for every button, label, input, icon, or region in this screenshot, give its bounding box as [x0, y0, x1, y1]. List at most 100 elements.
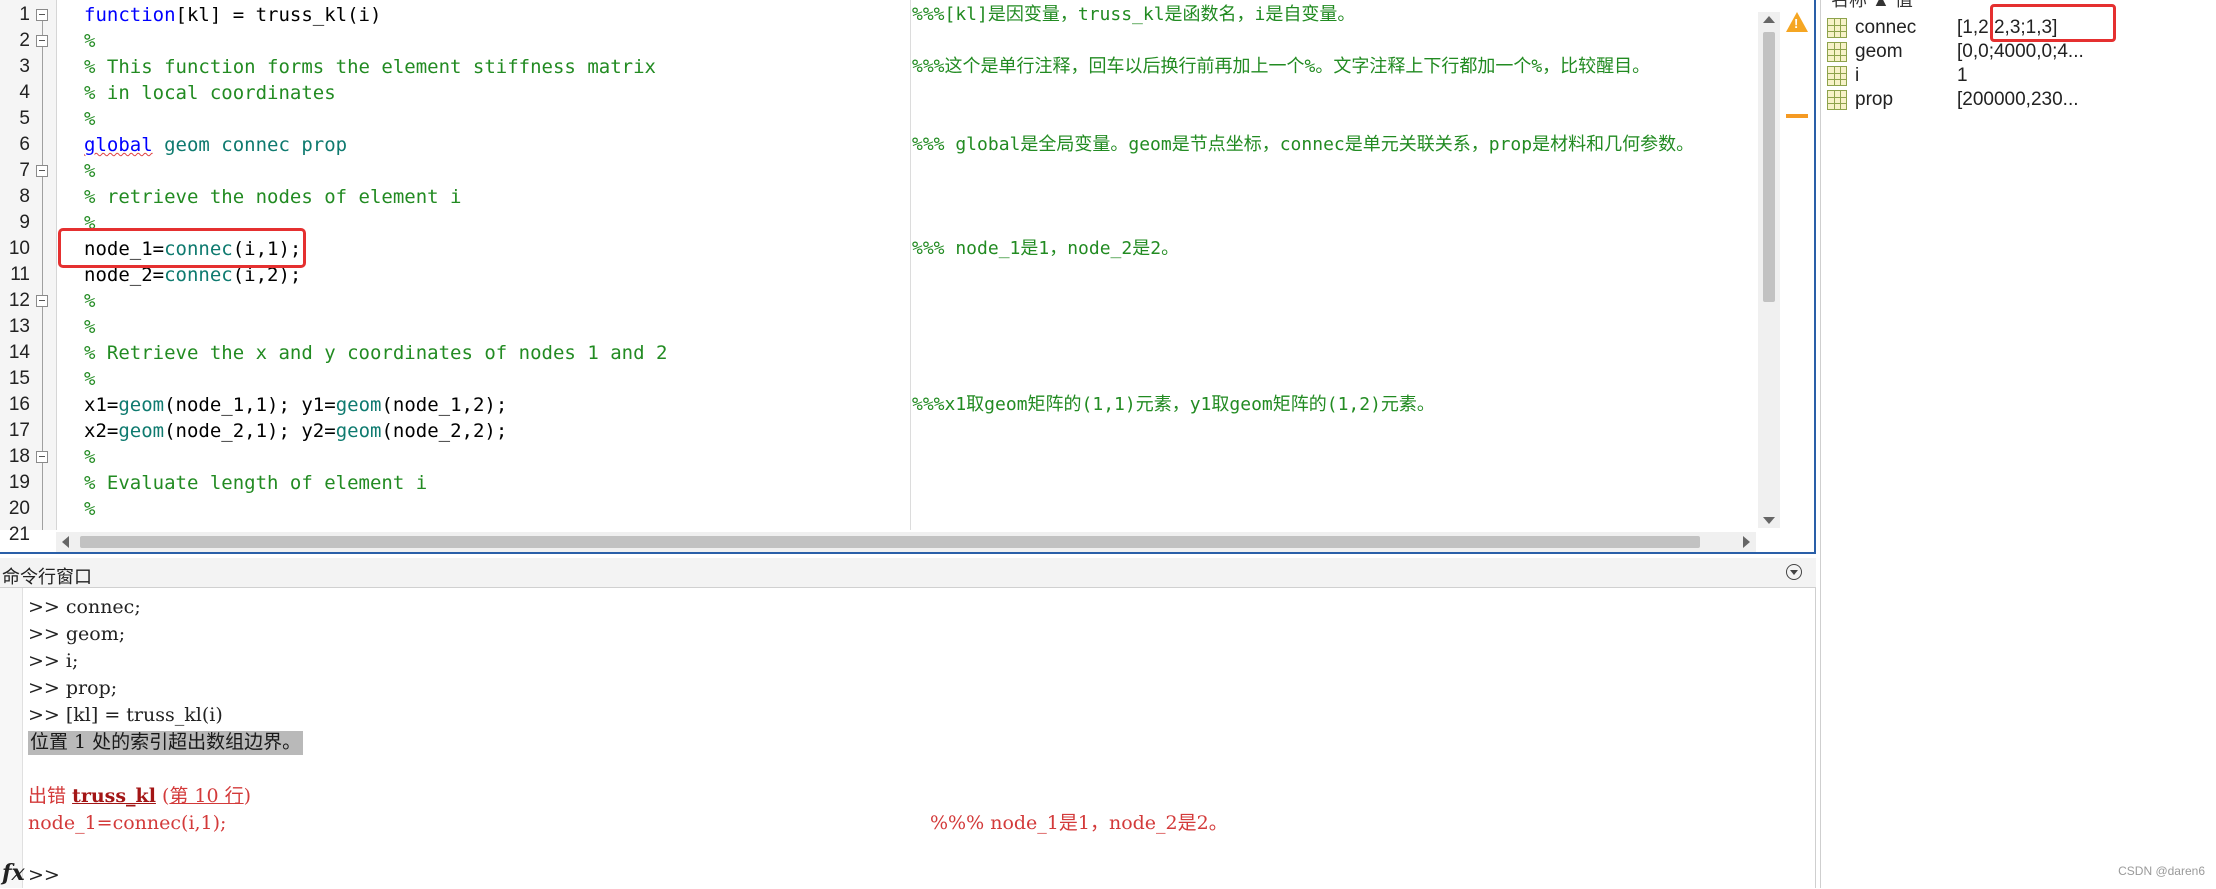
- error-code-note: %%% node_1是1，node_2是2。: [930, 812, 1228, 834]
- scroll-down-arrow-icon[interactable]: [1763, 517, 1775, 524]
- code-global-var: geom: [335, 420, 382, 442]
- code-text: (node_1,2);: [381, 394, 508, 416]
- vertical-scrollbar[interactable]: [1758, 12, 1780, 528]
- code-text: (node_2,2);: [381, 420, 508, 442]
- line-number: 13: [8, 316, 30, 337]
- code-editor[interactable]: 1 2 3 4 5 6 7 8 9 10 11 12 13 14 15 16 1…: [0, 0, 1816, 554]
- workspace-panel: 名称 ▲ 值 connec [1,2;2,3;1,3] geom [0,0;40…: [1820, 0, 2216, 888]
- code-note[interactable]: %%% node_1是1，node_2是2。: [912, 236, 1179, 262]
- code-comment[interactable]: % retrieve the nodes of element i: [84, 184, 462, 210]
- code-comment[interactable]: %: [84, 366, 95, 392]
- command-prompt-input[interactable]: >>: [28, 862, 60, 889]
- command-history-line: >> prop;: [28, 677, 118, 699]
- code-global-var: geom: [118, 420, 165, 442]
- code-keyword: function: [84, 4, 176, 26]
- error-line-link[interactable]: 第 10 行: [169, 785, 243, 807]
- error-function-link[interactable]: truss_kl: [72, 785, 156, 807]
- error-paren-open: (: [155, 785, 170, 807]
- code-line[interactable]: function[kl] = truss_kl(i): [84, 2, 381, 28]
- right-margin-line: [910, 0, 911, 530]
- line-number: 19: [8, 472, 30, 493]
- highlight-box-connec-value: [1990, 4, 2116, 42]
- error-code-line: node_1=connec(i,1);: [28, 812, 227, 834]
- command-window-title: 命令行窗口: [2, 567, 92, 587]
- horizontal-scroll-thumb[interactable]: [80, 536, 1700, 548]
- variable-name: geom: [1855, 41, 1903, 62]
- matrix-icon: [1827, 18, 1847, 38]
- code-text: x2=: [84, 420, 119, 442]
- variable-name: prop: [1855, 89, 1894, 110]
- fold-guide: [42, 307, 43, 451]
- code-comment[interactable]: %: [84, 288, 95, 314]
- watermark: CSDN @daren6: [2118, 864, 2205, 878]
- code-global-var: geom: [335, 394, 382, 416]
- code-note[interactable]: %%%x1取geom矩阵的(1,1)元素，y1取geom矩阵的(1,2)元素。: [912, 392, 1435, 418]
- error-message: 位置 1 处的索引超出数组边界。: [28, 729, 304, 756]
- code-comment[interactable]: %: [84, 314, 95, 340]
- matrix-icon: [1827, 66, 1847, 86]
- line-number: 18: [8, 446, 30, 467]
- code-comment[interactable]: % in local coordinates: [84, 80, 336, 106]
- line-number: 5: [19, 108, 30, 129]
- vertical-scroll-thumb[interactable]: [1763, 32, 1775, 302]
- code-line[interactable]: global geom connec prop: [84, 132, 347, 158]
- code-comment[interactable]: %: [84, 444, 95, 470]
- line-number: 12: [8, 290, 30, 311]
- code-comment[interactable]: % Evaluate length of element i: [84, 470, 427, 496]
- fold-guide: [42, 47, 43, 165]
- warning-marker[interactable]: [1786, 114, 1808, 118]
- line-number: 4: [19, 82, 30, 103]
- scroll-up-arrow-icon[interactable]: [1763, 16, 1775, 23]
- command-gutter: [0, 588, 23, 888]
- highlight-box-node1-line: [58, 228, 306, 268]
- code-comment[interactable]: % This function forms the element stiffn…: [84, 54, 656, 80]
- line-number: 7: [19, 160, 30, 181]
- warning-icon[interactable]: !: [1786, 12, 1808, 32]
- function-browser-icon[interactable]: fx: [2, 860, 25, 886]
- code-line[interactable]: x1=geom(node_1,1); y1=geom(node_1,2);: [84, 392, 507, 418]
- line-number: 16: [8, 394, 30, 415]
- line-number: 9: [19, 212, 30, 233]
- line-number: 2: [19, 30, 30, 51]
- code-comment[interactable]: %: [84, 496, 95, 522]
- scroll-left-arrow-icon[interactable]: [62, 536, 69, 548]
- line-number: 8: [19, 186, 30, 207]
- horizontal-scrollbar[interactable]: [56, 532, 1756, 552]
- error-prefix: 出错: [28, 785, 73, 807]
- line-number: 11: [10, 264, 30, 285]
- code-text: [kl] = truss_kl(i): [175, 4, 382, 26]
- line-number: 3: [19, 56, 30, 77]
- workspace-variable-row[interactable]: geom [0,0;4000,0;4...: [1821, 40, 2216, 64]
- workspace-variable-row[interactable]: prop [200000,230...: [1821, 88, 2216, 112]
- scroll-right-arrow-icon[interactable]: [1743, 536, 1750, 548]
- command-window[interactable]: >> connec; >> geom; >> i; >> prop; >> [k…: [0, 588, 1816, 888]
- code-line[interactable]: x2=geom(node_2,1); y2=geom(node_2,2);: [84, 418, 507, 444]
- variable-value: [200000,230...: [1957, 89, 2079, 110]
- fold-toggle[interactable]: [36, 451, 48, 463]
- matrix-icon: [1827, 42, 1847, 62]
- workspace-variable-row[interactable]: i 1: [1821, 64, 2216, 88]
- code-comment[interactable]: % Retrieve the x and y coordinates of no…: [84, 340, 667, 366]
- line-number: 1: [19, 4, 30, 25]
- fold-toggle[interactable]: [36, 35, 48, 47]
- panel-menu-icon[interactable]: [1786, 564, 1802, 580]
- command-history-line: >> geom;: [28, 623, 126, 645]
- fold-toggle[interactable]: [36, 9, 48, 21]
- line-number: 14: [8, 342, 30, 363]
- code-note[interactable]: %%%这个是单行注释，回车以后换行前再加上一个%。文字注释上下行都加一个%，比较…: [912, 54, 1650, 80]
- code-text: (node_1,1); y1=: [164, 394, 336, 416]
- fold-guide: [42, 463, 43, 530]
- command-history-line: >> connec;: [28, 596, 141, 618]
- line-number-gutter: 1 2 3 4 5 6 7 8 9 10 11 12 13 14 15 16 1…: [0, 0, 57, 545]
- workspace-header[interactable]: 名称 ▲ 值: [1831, 0, 1913, 12]
- code-comment[interactable]: %: [84, 158, 95, 184]
- code-note[interactable]: %%%[kl]是因变量，truss_kl是函数名，i是自变量。: [912, 2, 1355, 28]
- fold-toggle[interactable]: [36, 165, 48, 177]
- code-note[interactable]: %%% global是全局变量。geom是节点坐标，connec是单元关联关系，…: [912, 132, 1694, 158]
- fold-toggle[interactable]: [36, 295, 48, 307]
- command-history-line: >> [kl] = truss_kl(i): [28, 704, 223, 726]
- matrix-icon: [1827, 90, 1847, 110]
- code-comment[interactable]: %: [84, 28, 95, 54]
- line-number: 20: [8, 498, 30, 519]
- code-comment[interactable]: %: [84, 106, 95, 132]
